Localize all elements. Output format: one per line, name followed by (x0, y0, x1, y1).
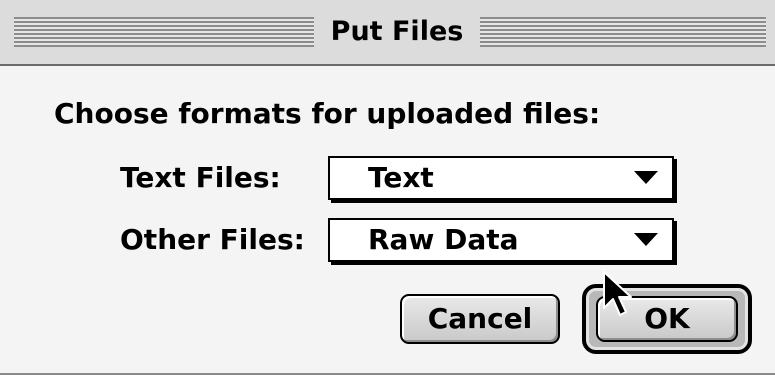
triangle-down-icon (634, 233, 658, 246)
other-files-selected-value: Raw Data (368, 223, 519, 256)
text-files-label: Text Files: (120, 161, 281, 194)
other-files-popup[interactable]: Raw Data (328, 218, 674, 262)
title-bar-stripes-left (14, 17, 314, 47)
title-bar-stripes-right (480, 17, 766, 47)
text-files-selected-value: Text (368, 161, 434, 194)
triangle-down-icon (634, 171, 658, 184)
cancel-button[interactable]: Cancel (400, 294, 560, 344)
title-bar[interactable]: Put Files (0, 0, 775, 66)
put-files-dialog: Put Files Choose formats for uploaded fi… (0, 0, 775, 375)
text-files-popup[interactable]: Text (328, 156, 674, 200)
dialog-title: Put Files (318, 14, 476, 50)
other-files-label: Other Files: (120, 223, 305, 256)
mouse-pointer-icon (603, 271, 632, 316)
format-prompt: Choose formats for uploaded files: (54, 97, 601, 130)
